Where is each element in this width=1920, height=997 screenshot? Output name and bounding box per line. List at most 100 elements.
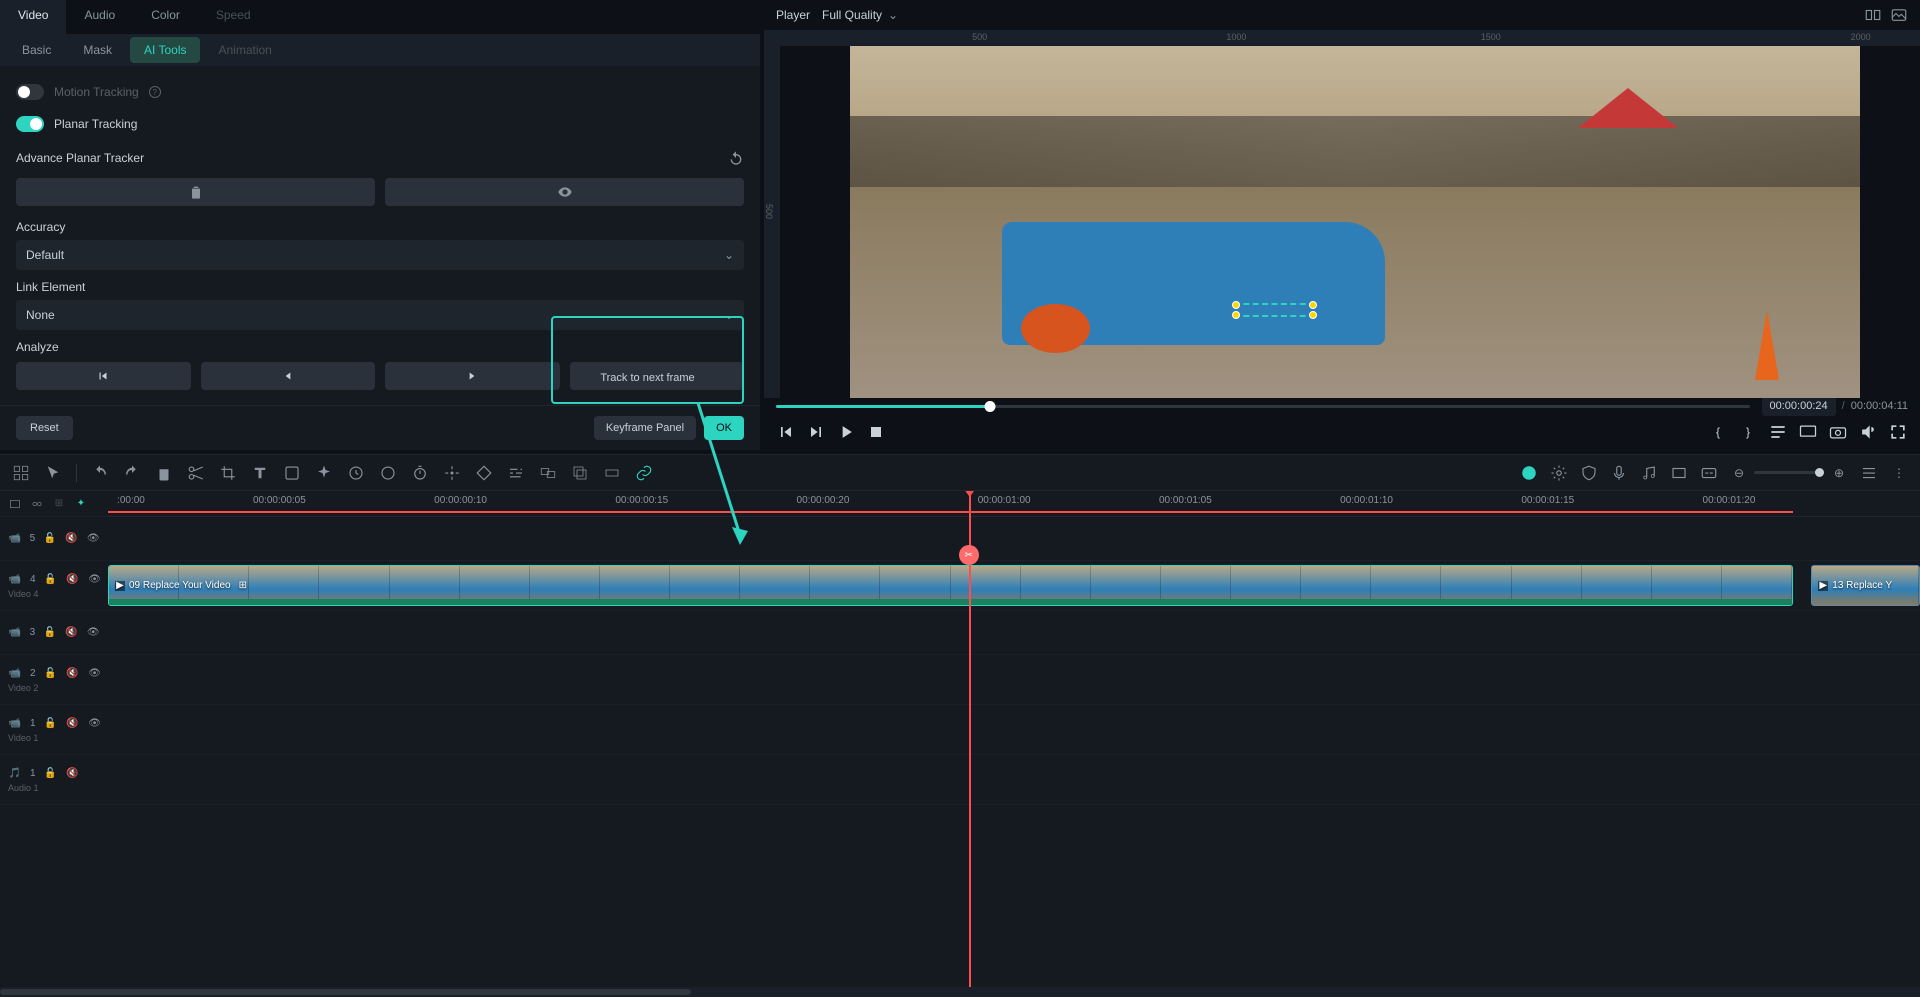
- keyframe-panel-button[interactable]: Keyframe Panel: [594, 416, 696, 440]
- video-clip-1[interactable]: ▶ 09 Replace Your Video ⊞: [108, 565, 1793, 606]
- info-icon[interactable]: ?: [149, 86, 161, 98]
- planar-tracking-toggle[interactable]: [16, 116, 44, 132]
- scrollbar-thumb[interactable]: [0, 989, 691, 995]
- undo-icon[interactable]: [91, 464, 109, 482]
- track-lane-4[interactable]: ▶ 09 Replace Your Video ⊞ ▶ 13 Replace Y: [108, 561, 1920, 611]
- mute-icon[interactable]: 🔇: [66, 667, 80, 681]
- ai-badge-icon[interactable]: [1520, 464, 1538, 482]
- track-forward-button[interactable]: [385, 362, 560, 390]
- select-tool-icon[interactable]: [12, 464, 30, 482]
- zoom-slider[interactable]: [1754, 471, 1824, 474]
- mute-icon[interactable]: 🔇: [66, 717, 80, 731]
- snapshot-icon[interactable]: [1890, 6, 1908, 24]
- ok-button[interactable]: OK: [704, 416, 744, 440]
- timeline-ruler[interactable]: :00:00 00:00:00:05 00:00:00:10 00:00:00:…: [108, 491, 1920, 517]
- planar-track-box[interactable]: [1234, 303, 1315, 317]
- mute-icon[interactable]: 🔇: [66, 767, 80, 781]
- zoom-in-icon[interactable]: ⊕: [1830, 464, 1848, 482]
- view-tracker-button[interactable]: [385, 178, 744, 206]
- track-lane-3[interactable]: [108, 611, 1920, 655]
- link-element-select[interactable]: None ⌄: [16, 300, 744, 330]
- mask-icon[interactable]: [283, 464, 301, 482]
- timer-icon[interactable]: [411, 464, 429, 482]
- lock-icon[interactable]: 🔓: [43, 626, 57, 640]
- video-track-icon[interactable]: 📹: [8, 626, 22, 640]
- tab-video[interactable]: Video: [0, 0, 66, 34]
- next-frame-button[interactable]: [806, 422, 826, 442]
- delete-tracker-button[interactable]: [16, 178, 375, 206]
- delete-icon[interactable]: [155, 464, 173, 482]
- volume-icon[interactable]: [1858, 422, 1878, 442]
- stop-button[interactable]: [866, 422, 886, 442]
- eye-icon[interactable]: 👁: [86, 532, 100, 546]
- track-ai-icon[interactable]: ✦: [74, 497, 88, 511]
- eye-icon[interactable]: 👁: [88, 717, 102, 731]
- prev-frame-button[interactable]: [776, 422, 796, 442]
- subtab-aitools[interactable]: AI Tools: [130, 37, 200, 63]
- display-icon[interactable]: [1798, 422, 1818, 442]
- effects-icon[interactable]: [315, 464, 333, 482]
- track-lane-5[interactable]: [108, 517, 1920, 561]
- audio-track-icon[interactable]: 🎵: [8, 767, 22, 781]
- camera-icon[interactable]: [1828, 422, 1848, 442]
- gear-icon[interactable]: [1550, 464, 1568, 482]
- tab-audio[interactable]: Audio: [66, 0, 133, 34]
- redo-icon[interactable]: [123, 464, 141, 482]
- scrub-track[interactable]: [776, 405, 1750, 408]
- eye-icon[interactable]: 👁: [86, 626, 100, 640]
- subtab-mask[interactable]: Mask: [69, 37, 126, 63]
- accuracy-select[interactable]: Default ⌄: [16, 240, 744, 270]
- track-link-icon[interactable]: [30, 497, 44, 511]
- layers-icon[interactable]: [571, 464, 589, 482]
- subtab-basic[interactable]: Basic: [8, 37, 65, 63]
- split-scissor-icon[interactable]: ✂: [959, 545, 979, 565]
- mark-out-icon[interactable]: }: [1738, 422, 1758, 442]
- track-lane-audio[interactable]: [108, 755, 1920, 805]
- timeline-content[interactable]: :00:00 00:00:00:05 00:00:00:10 00:00:00:…: [108, 491, 1920, 987]
- speed-icon[interactable]: [347, 464, 365, 482]
- motion-tracking-toggle[interactable]: [16, 84, 44, 100]
- color-icon[interactable]: [379, 464, 397, 482]
- zoom-out-icon[interactable]: ⊖: [1730, 464, 1748, 482]
- expand-icon[interactable]: [603, 464, 621, 482]
- mic-icon[interactable]: [1610, 464, 1628, 482]
- video-track-icon[interactable]: 📹: [8, 667, 22, 681]
- scissors-icon[interactable]: [187, 464, 205, 482]
- video-clip-2[interactable]: ▶ 13 Replace Y: [1811, 565, 1920, 606]
- eye-icon[interactable]: 👁: [88, 667, 102, 681]
- target-icon[interactable]: [443, 464, 461, 482]
- mute-icon[interactable]: 🔇: [66, 573, 80, 587]
- track-backward-button[interactable]: [201, 362, 376, 390]
- preview-canvas[interactable]: [780, 46, 1920, 398]
- compare-icon[interactable]: [1864, 6, 1882, 24]
- mark-in-icon[interactable]: {: [1708, 422, 1728, 442]
- track-lane-2[interactable]: [108, 655, 1920, 705]
- track-add-icon[interactable]: [8, 497, 22, 511]
- fullscreen-icon[interactable]: [1888, 422, 1908, 442]
- playhead[interactable]: ✂: [969, 491, 971, 987]
- link-icon[interactable]: [635, 464, 653, 482]
- reset-button[interactable]: Reset: [16, 416, 73, 440]
- group-icon[interactable]: [539, 464, 557, 482]
- track-magnet-icon[interactable]: ⊞: [52, 497, 66, 511]
- more-icon[interactable]: ⋮: [1890, 464, 1908, 482]
- play-button[interactable]: [836, 422, 856, 442]
- track-lane-1[interactable]: [108, 705, 1920, 755]
- lock-icon[interactable]: 🔓: [44, 667, 58, 681]
- lock-icon[interactable]: 🔓: [44, 767, 58, 781]
- reset-section-icon[interactable]: [728, 150, 744, 166]
- lock-icon[interactable]: 🔓: [44, 573, 58, 587]
- video-track-icon[interactable]: 📹: [8, 573, 22, 587]
- crop-icon[interactable]: [219, 464, 237, 482]
- video-track-icon[interactable]: 📹: [8, 717, 22, 731]
- scrub-handle[interactable]: [985, 401, 996, 412]
- track-backward-all-button[interactable]: [16, 362, 191, 390]
- video-track-icon[interactable]: 📹: [8, 532, 22, 546]
- timeline-scrollbar[interactable]: [0, 987, 1920, 997]
- list-icon[interactable]: [1768, 422, 1788, 442]
- subtitle-icon[interactable]: [1700, 464, 1718, 482]
- eye-icon[interactable]: 👁: [88, 573, 102, 587]
- shield-icon[interactable]: [1580, 464, 1598, 482]
- lock-icon[interactable]: 🔓: [44, 717, 58, 731]
- quality-select[interactable]: Full Quality ⌄: [822, 8, 898, 22]
